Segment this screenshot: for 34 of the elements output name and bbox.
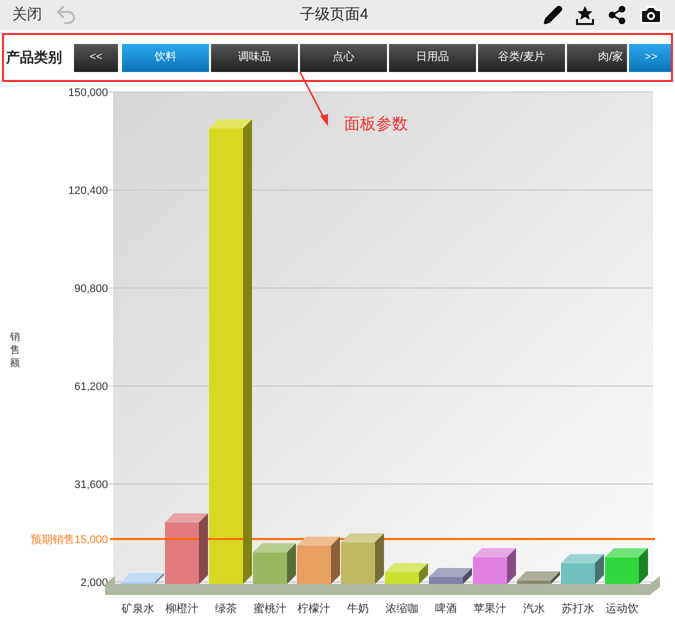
- y-tick-label: 90,800: [74, 283, 108, 295]
- x-tick-label: 运动饮: [606, 603, 638, 615]
- category-tab[interactable]: 点心: [300, 44, 387, 72]
- x-tick-label: 柠檬汁: [298, 603, 330, 615]
- x-tick-label: 柳橙汁: [166, 603, 198, 615]
- y-tick-label: 61,200: [74, 381, 108, 393]
- star-tray-icon[interactable]: [575, 5, 595, 25]
- x-tick-label: 牛奶: [347, 603, 369, 615]
- x-tick-label: 矿泉水: [122, 603, 154, 615]
- y-tick-label: 150,000: [68, 87, 108, 99]
- x-tick-label: 浓缩咖: [386, 603, 418, 615]
- y-tick-label: 120,400: [68, 185, 108, 197]
- x-tick-label: 啤酒: [435, 603, 457, 615]
- category-tab[interactable]: 日用品: [389, 44, 476, 72]
- category-label: 产品类别: [6, 48, 63, 67]
- category-tab[interactable]: 调味品: [211, 44, 298, 72]
- x-tick-label: 蜜桃汁: [254, 603, 286, 615]
- annotation-text: 面板参数: [344, 114, 408, 135]
- target-label: 预期销售15,000: [30, 534, 108, 546]
- x-tick-label: 汽水: [523, 603, 545, 615]
- page-title: 子级页面4: [300, 4, 368, 25]
- x-tick-label: 苹果汁: [474, 603, 506, 615]
- x-tick-label: 苏打水: [562, 603, 594, 615]
- camera-icon[interactable]: [639, 3, 663, 27]
- category-tab[interactable]: 谷类/麦片: [478, 44, 565, 72]
- previous-button[interactable]: <<: [74, 44, 118, 72]
- close-link[interactable]: 关闭: [12, 4, 42, 26]
- y-axis-title: 销售额: [10, 330, 20, 370]
- category-tab[interactable]: 肉/家: [567, 44, 627, 72]
- share-icon[interactable]: [607, 5, 627, 25]
- x-tick-label: 绿茶: [215, 603, 237, 615]
- pencil-icon[interactable]: [543, 5, 563, 25]
- y-tick-label: 2,000: [80, 577, 108, 589]
- y-tick-label: 31,600: [74, 479, 108, 491]
